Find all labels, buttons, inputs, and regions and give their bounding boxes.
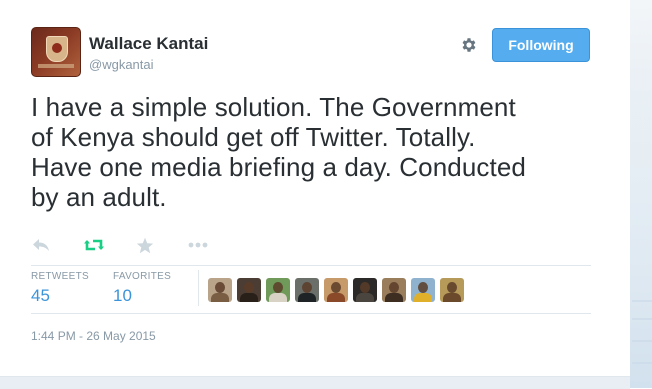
tweet-text: I have a simple solution. The Government… — [31, 92, 526, 212]
favoriter-avatar[interactable] — [353, 278, 377, 302]
background-edge — [630, 0, 652, 388]
favoriter-avatar[interactable] — [411, 278, 435, 302]
tweet-actions — [31, 234, 231, 256]
more-icon[interactable] — [186, 234, 210, 256]
retweets-label: RETWEETS — [31, 271, 89, 282]
favoriter-avatar[interactable] — [266, 278, 290, 302]
tweet-timestamp[interactable]: 1:44 PM - 26 May 2015 — [31, 329, 156, 343]
retweets-stat[interactable]: RETWEETS 45 — [31, 271, 89, 306]
gear-icon[interactable] — [459, 35, 479, 55]
stats-bottom-divider — [31, 313, 591, 314]
favorites-label: FAVORITES — [113, 271, 172, 282]
favoriter-avatar[interactable] — [440, 278, 464, 302]
stats-top-divider — [31, 265, 591, 266]
reply-icon[interactable] — [31, 234, 51, 256]
favoriter-avatar[interactable] — [324, 278, 348, 302]
stats-separator — [198, 270, 199, 306]
retweets-count[interactable]: 45 — [31, 286, 89, 306]
favoriter-avatar[interactable] — [382, 278, 406, 302]
following-button[interactable]: Following — [492, 28, 590, 62]
tweet-card: Wallace Kantai @wgkantai Following I hav… — [0, 0, 630, 376]
favorites-stat[interactable]: FAVORITES 10 — [113, 271, 171, 306]
favorite-icon[interactable] — [135, 234, 155, 256]
retweet-icon[interactable] — [82, 234, 106, 256]
favoriter-avatar[interactable] — [295, 278, 319, 302]
screen-name[interactable]: @wgkantai — [89, 57, 154, 72]
crest-avatar-icon — [46, 36, 68, 62]
favorites-count[interactable]: 10 — [113, 286, 171, 306]
card-bottom-edge — [0, 376, 630, 389]
favoriter-avatar[interactable] — [208, 278, 232, 302]
favoriter-avatar[interactable] — [237, 278, 261, 302]
display-name[interactable]: Wallace Kantai — [89, 34, 208, 54]
user-avatar[interactable] — [31, 27, 81, 77]
